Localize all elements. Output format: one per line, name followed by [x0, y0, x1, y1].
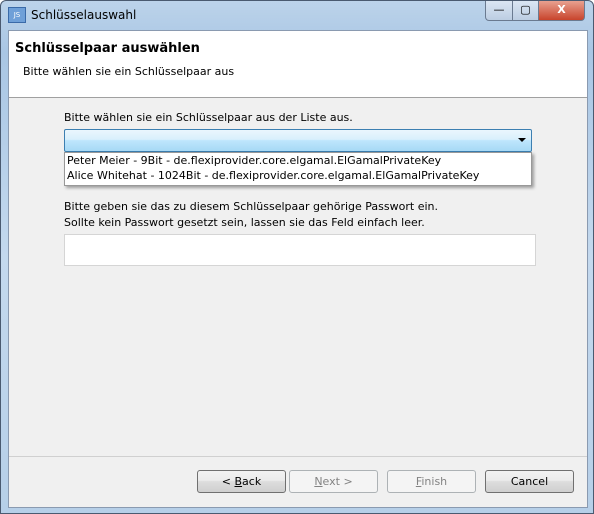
next-button[interactable]: Next >	[289, 470, 378, 493]
back-mnemonic: B	[234, 475, 243, 488]
window-title: Schlüsselauswahl	[31, 8, 137, 22]
cancel-button[interactable]: Cancel	[485, 470, 574, 493]
password-input[interactable]	[64, 234, 536, 266]
finish-button[interactable]: Finish	[387, 470, 476, 493]
keypair-list-label: Bitte wählen sie ein Schlüsselpaar aus d…	[64, 111, 353, 124]
finish-rest: inish	[421, 475, 448, 488]
close-button[interactable]: X	[538, 1, 585, 21]
minimize-button[interactable]: —	[485, 1, 513, 21]
button-separator	[9, 456, 587, 457]
list-item[interactable]: Alice Whitehat - 1024Bit - de.flexiprovi…	[65, 168, 531, 183]
dialog-content: Schlüsselpaar auswählen Bitte wählen sie…	[8, 30, 588, 508]
maximize-button[interactable]: ▢	[512, 1, 539, 21]
keypair-combobox[interactable]	[64, 129, 532, 152]
next-rest: ext >	[322, 475, 353, 488]
next-mnemonic: N	[314, 475, 323, 488]
page-subtitle: Bitte wählen sie ein Schlüsselpaar aus	[23, 65, 235, 78]
back-prefix: <	[221, 475, 235, 488]
password-label-line2: Sollte kein Passwort gesetzt sein, lasse…	[64, 216, 425, 229]
back-rest: ack	[242, 475, 262, 488]
wizard-header: Schlüsselpaar auswählen Bitte wählen sie…	[9, 31, 587, 98]
page-title: Schlüsselpaar auswählen	[15, 41, 200, 56]
password-label-line1: Bitte geben sie das zu diesem Schlüsselp…	[64, 200, 438, 213]
keypair-dropdown-list: Peter Meier - 9Bit - de.flexiprovider.co…	[64, 152, 532, 186]
chevron-down-icon[interactable]	[518, 138, 526, 142]
back-button[interactable]: < Back	[197, 470, 286, 493]
java-app-icon: JS	[8, 7, 26, 23]
list-item[interactable]: Peter Meier - 9Bit - de.flexiprovider.co…	[65, 153, 531, 168]
dialog-window: JS Schlüsselauswahl — ▢ X Schlüsselpaar …	[0, 0, 594, 514]
